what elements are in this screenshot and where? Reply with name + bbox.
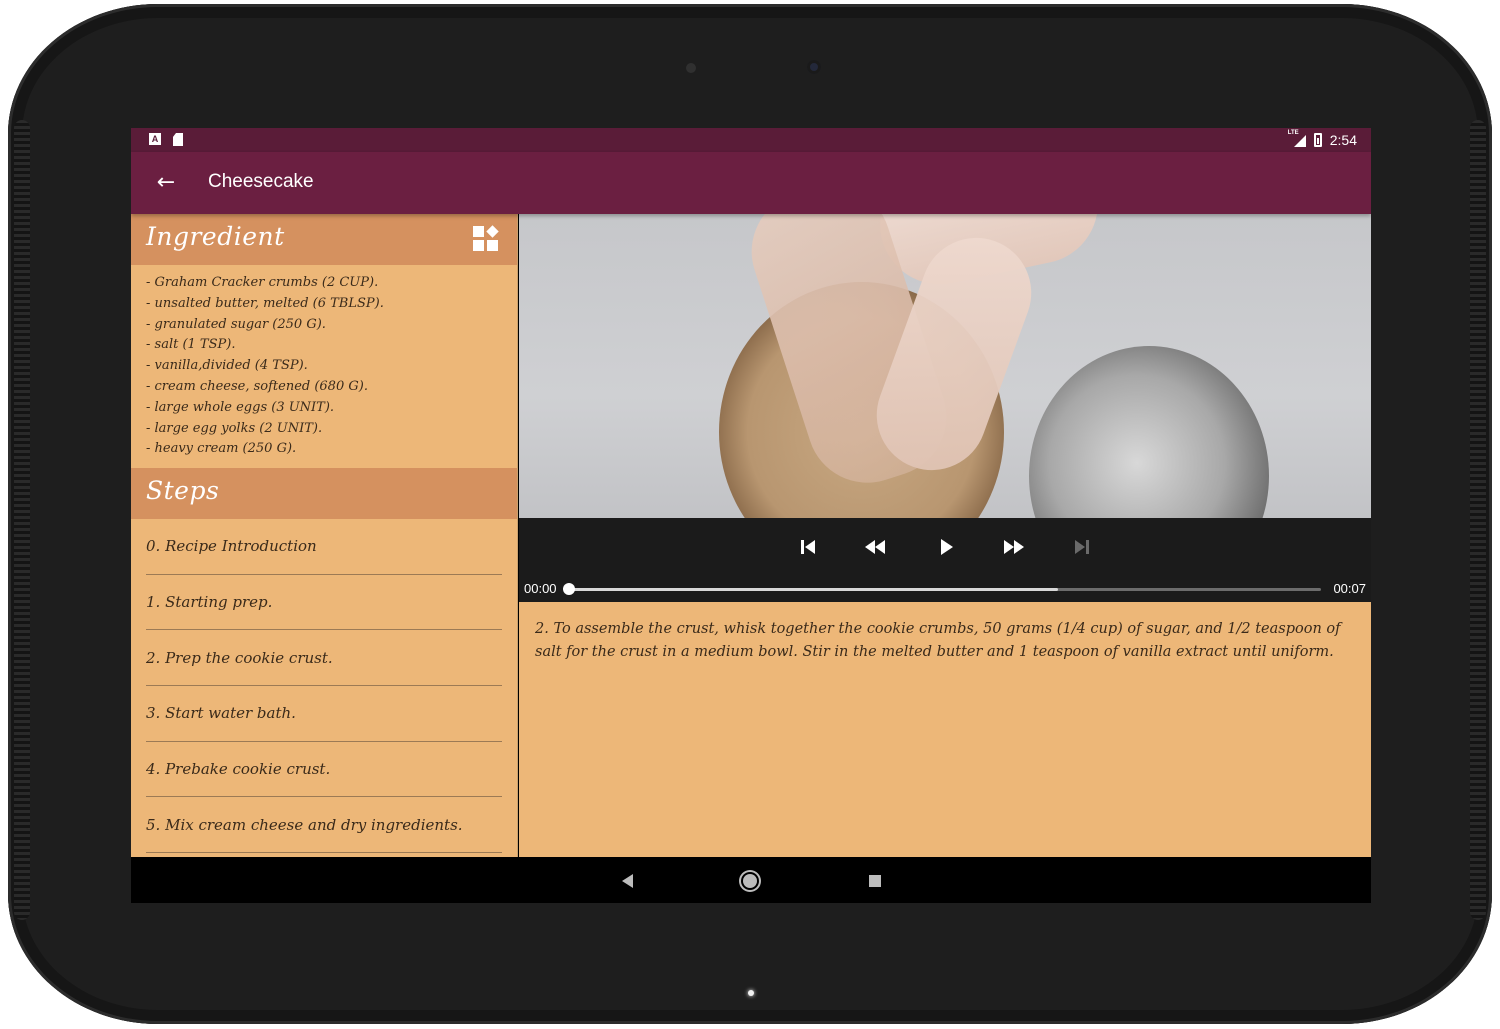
cell-signal-icon: LTE bbox=[1288, 130, 1306, 147]
status-right-icons: LTE 2:54 bbox=[1288, 130, 1357, 148]
widget-square-2 bbox=[486, 225, 499, 238]
steps-header: Steps bbox=[131, 468, 517, 519]
widget-square-3 bbox=[473, 240, 484, 251]
status-time: 2:54 bbox=[1329, 132, 1357, 148]
rewind-button[interactable] bbox=[860, 534, 890, 560]
skip-previous-icon bbox=[801, 540, 815, 554]
recipe-details-panel: Ingredient - Graham Cracker crumbs (2 CU… bbox=[131, 214, 518, 857]
sd-card-icon bbox=[173, 133, 183, 146]
video-player[interactable] bbox=[519, 214, 1371, 518]
fast-forward-button[interactable] bbox=[999, 534, 1029, 560]
nav-home-button[interactable] bbox=[738, 869, 762, 893]
step-item-1[interactable]: 1. Starting prep. bbox=[146, 575, 502, 631]
ingredient-item: - vanilla,divided (4 TSP). bbox=[146, 358, 308, 374]
seek-handle[interactable] bbox=[563, 583, 575, 595]
ingredient-item: - unsalted butter, melted (6 TBLSP). bbox=[146, 295, 384, 311]
step-item-2[interactable]: 2. Prep the cookie crust. bbox=[146, 630, 502, 687]
front-camera bbox=[807, 60, 821, 74]
status-left-icons: A bbox=[149, 133, 183, 146]
network-type: LTE bbox=[1287, 130, 1299, 136]
rewind-icon bbox=[865, 540, 885, 554]
steps-list: 0. Recipe Introduction 1. Starting prep.… bbox=[131, 519, 517, 854]
ingredient-item: - granulated sugar (250 G). bbox=[146, 316, 326, 332]
battery-charging-icon bbox=[1313, 133, 1322, 147]
tablet-device: A LTE 2:54 ← Cheesecake Ingredient - Gra… bbox=[0, 0, 1500, 1029]
ingredient-header: Ingredient bbox=[131, 214, 517, 265]
ingredient-item: - Graham Cracker crumbs (2 CUP). bbox=[146, 275, 379, 290]
step-item-5[interactable]: 5. Mix cream cheese and dry ingredients. bbox=[146, 797, 502, 854]
ingredient-item: - large egg yolks (2 UNIT). bbox=[146, 420, 323, 436]
widget-square-1 bbox=[473, 226, 484, 237]
step-description-text: 2. To assemble the crust, whisk together… bbox=[535, 621, 1341, 660]
duration-time: 00:07 bbox=[1333, 581, 1366, 596]
widget-square-4 bbox=[487, 240, 498, 251]
ingredient-item: - large whole eggs (3 UNIT). bbox=[146, 399, 335, 415]
speaker-grille-left bbox=[14, 120, 30, 920]
nav-recents-button[interactable] bbox=[863, 869, 887, 893]
step-item-0[interactable]: 0. Recipe Introduction bbox=[146, 519, 502, 575]
play-button[interactable] bbox=[931, 534, 961, 560]
step-description: 2. To assemble the crust, whisk together… bbox=[519, 602, 1371, 857]
buffered-bar bbox=[569, 588, 1058, 591]
steps-title: Steps bbox=[146, 476, 220, 505]
step-item-4[interactable]: 4. Prebake cookie crust. bbox=[146, 742, 502, 798]
system-nav-bar bbox=[131, 857, 1371, 903]
arrow-left-icon: ← bbox=[156, 169, 176, 195]
skip-previous-button[interactable] bbox=[793, 534, 823, 560]
a-keyboard-icon: A bbox=[149, 133, 161, 145]
notification-led bbox=[748, 990, 754, 996]
back-button[interactable]: ← bbox=[151, 167, 181, 197]
play-icon bbox=[941, 539, 953, 555]
app-bar: ← Cheesecake bbox=[131, 152, 1371, 214]
screen: A LTE 2:54 ← Cheesecake Ingredient - Gra… bbox=[131, 128, 1371, 903]
status-bar: A LTE 2:54 bbox=[131, 128, 1371, 152]
skip-next-button[interactable] bbox=[1067, 534, 1097, 560]
step-item-3[interactable]: 3. Start water bath. bbox=[146, 686, 502, 742]
ingredient-item: - heavy cream (250 G). bbox=[146, 441, 297, 457]
add-widget-icon[interactable] bbox=[473, 225, 499, 252]
ingredient-list: - Graham Cracker crumbs (2 CUP). - unsal… bbox=[131, 265, 517, 468]
transport-controls bbox=[519, 534, 1371, 560]
speaker-grille-right bbox=[1470, 120, 1486, 920]
light-sensor bbox=[686, 63, 696, 73]
ingredient-item: - cream cheese, softened (680 G). bbox=[146, 378, 368, 394]
ingredient-title: Ingredient bbox=[146, 222, 285, 251]
metal-bowl-image bbox=[1029, 346, 1269, 518]
ingredient-item: - salt (1 TSP). bbox=[146, 337, 236, 353]
player-controls: 00:00 00:07 bbox=[519, 518, 1371, 602]
current-time: 00:00 bbox=[524, 581, 557, 596]
fast-forward-icon bbox=[1004, 540, 1024, 554]
nav-back-button[interactable] bbox=[615, 869, 639, 893]
page-title: Cheesecake bbox=[208, 171, 314, 192]
seek-bar[interactable] bbox=[569, 588, 1321, 591]
skip-next-icon bbox=[1075, 540, 1089, 554]
